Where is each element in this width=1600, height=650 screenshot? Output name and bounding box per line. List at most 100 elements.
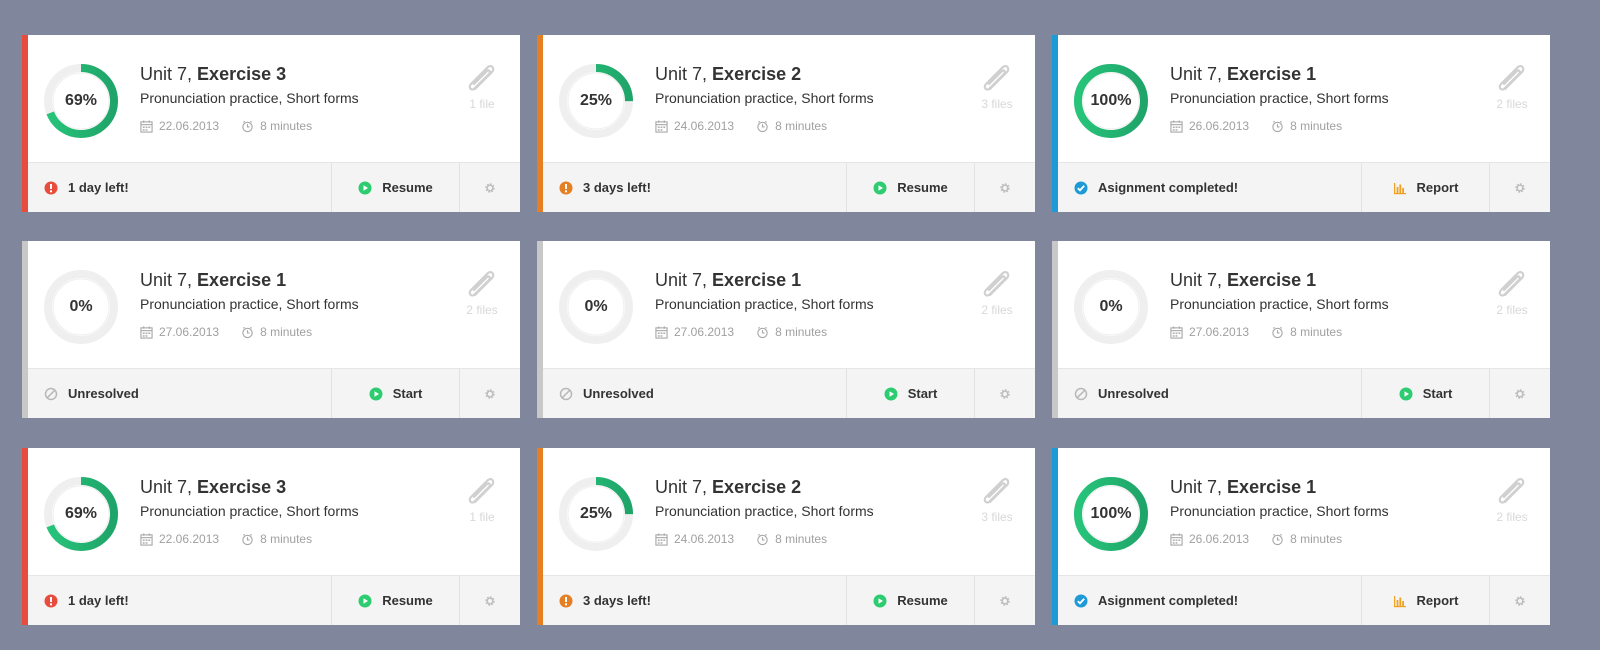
calendar-icon [655, 119, 668, 133]
settings-button[interactable] [459, 576, 520, 625]
assignment-card: 0% Unit 7, Exercise 1 Pronunciation practi… [22, 241, 520, 418]
settings-button[interactable] [459, 369, 520, 418]
due-date-text: 27.06.2013 [1189, 325, 1250, 339]
calendar-icon [655, 532, 668, 546]
card-body: 69% Unit 7, Exercise 3 Pronunciation pract… [28, 35, 520, 163]
play-icon [873, 181, 887, 194]
exercise-meta: 22.06.2013 8 minutes [140, 119, 334, 133]
resume-button[interactable]: Resume [331, 163, 459, 212]
card-footer: Unresolved Start [1058, 368, 1550, 418]
action-label: Start [1422, 386, 1453, 401]
progress-percent: 69% [64, 505, 98, 522]
start-button[interactable]: Start [1361, 369, 1489, 418]
attachments[interactable]: 3 files [977, 63, 1017, 111]
unit-label: Unit 7, [140, 477, 193, 497]
duration: 8 minutes [241, 532, 312, 546]
exercise-name: Exercise 1 [1227, 477, 1317, 497]
report-button[interactable]: Report [1361, 163, 1489, 212]
duration-text: 8 minutes [1290, 119, 1343, 133]
exercise-meta: 24.06.2013 8 minutes [655, 532, 849, 546]
exercise-name: Exercise 1 [712, 270, 802, 290]
status-text: Unresolved [1098, 386, 1169, 401]
card-body: 100% Unit 7, Exercise 1 Pronunciation prac… [1058, 448, 1550, 576]
duration: 8 minutes [1271, 325, 1342, 339]
settings-button[interactable] [1489, 369, 1550, 418]
play-icon [358, 594, 372, 607]
settings-button[interactable] [1489, 163, 1550, 212]
progress-percent: 69% [64, 92, 98, 109]
progress-indicator: 0% [1072, 268, 1150, 346]
clock-icon [757, 120, 768, 132]
play-icon [1399, 387, 1413, 400]
card-footer: 1 day left! Resume [28, 575, 520, 625]
due-date-text: 27.06.2013 [159, 325, 220, 339]
status-message: 1 day left! [28, 576, 331, 625]
duration-text: 8 minutes [260, 325, 313, 339]
status-text: Unresolved [68, 386, 139, 401]
attachments[interactable]: 2 files [1492, 63, 1532, 111]
gear-icon [1515, 595, 1525, 606]
attachments[interactable]: 2 files [1492, 476, 1532, 524]
card-body: 25% Unit 7, Exercise 2 Pronunciation pract… [543, 35, 1035, 163]
resume-button[interactable]: Resume [846, 576, 974, 625]
settings-button[interactable] [974, 163, 1035, 212]
paperclip-icon [1498, 270, 1525, 297]
attachments[interactable]: 2 files [977, 269, 1017, 317]
report-button[interactable]: Report [1361, 576, 1489, 625]
attachments[interactable]: 1 file [462, 476, 502, 524]
clock-icon [1272, 533, 1283, 545]
alert-icon [559, 594, 573, 607]
exercise-subtitle: Pronunciation practice, Short forms [655, 296, 874, 312]
attachments[interactable]: 2 files [462, 269, 502, 317]
duration-text: 8 minutes [775, 119, 828, 133]
status-text: Asignment completed! [1098, 593, 1239, 608]
action-icon-wrap [1393, 181, 1407, 195]
card-footer: Unresolved Start [28, 368, 520, 418]
file-count: 2 files [1496, 303, 1528, 317]
exercise-subtitle: Pronunciation practice, Short forms [140, 90, 359, 106]
settings-button[interactable] [459, 163, 520, 212]
file-count: 2 files [981, 303, 1013, 317]
resume-button[interactable]: Resume [331, 576, 459, 625]
alert-icon [44, 594, 58, 607]
status-icon-wrap [44, 181, 58, 195]
attachments[interactable]: 1 file [462, 63, 502, 111]
blocked-icon [1074, 387, 1088, 400]
progress-percent: 0% [1099, 298, 1123, 315]
assignment-card: 0% Unit 7, Exercise 1 Pronunciation practi… [537, 241, 1035, 418]
settings-button[interactable] [974, 369, 1035, 418]
progress-indicator: 25% [557, 62, 635, 140]
duration: 8 minutes [756, 119, 827, 133]
exercise-name: Exercise 3 [197, 477, 287, 497]
calendar-icon [140, 325, 153, 339]
start-button[interactable]: Start [846, 369, 974, 418]
progress-percent: 100% [1090, 505, 1132, 522]
calendar-icon [655, 325, 668, 339]
exercise-subtitle: Pronunciation practice, Short forms [140, 296, 359, 312]
paperclip-icon [983, 477, 1010, 504]
exercise-meta: 26.06.2013 8 minutes [1170, 119, 1364, 133]
settings-button[interactable] [974, 576, 1035, 625]
status-text: 3 days left! [583, 180, 651, 195]
check-icon [1074, 594, 1088, 607]
duration-text: 8 minutes [260, 532, 313, 546]
duration: 8 minutes [241, 119, 312, 133]
exercise-name: Exercise 1 [197, 270, 287, 290]
action-icon-wrap [873, 594, 887, 608]
card-footer: Unresolved Start [543, 368, 1035, 418]
attachments[interactable]: 2 files [1492, 269, 1532, 317]
due-date: 24.06.2013 [655, 119, 734, 133]
exercise-subtitle: Pronunciation practice, Short forms [655, 503, 874, 519]
bar-chart-icon [1393, 182, 1406, 194]
status-message: 1 day left! [28, 163, 331, 212]
card-body: 0% Unit 7, Exercise 1 Pronunciation practi… [28, 241, 520, 369]
unit-label: Unit 7, [655, 64, 708, 84]
status-icon-wrap [44, 387, 58, 401]
settings-button[interactable] [1489, 576, 1550, 625]
paperclip-icon [468, 270, 495, 297]
resume-button[interactable]: Resume [846, 163, 974, 212]
attachments[interactable]: 3 files [977, 476, 1017, 524]
exercise-subtitle: Pronunciation practice, Short forms [1170, 90, 1389, 106]
start-button[interactable]: Start [331, 369, 459, 418]
unit-label: Unit 7, [1170, 477, 1223, 497]
